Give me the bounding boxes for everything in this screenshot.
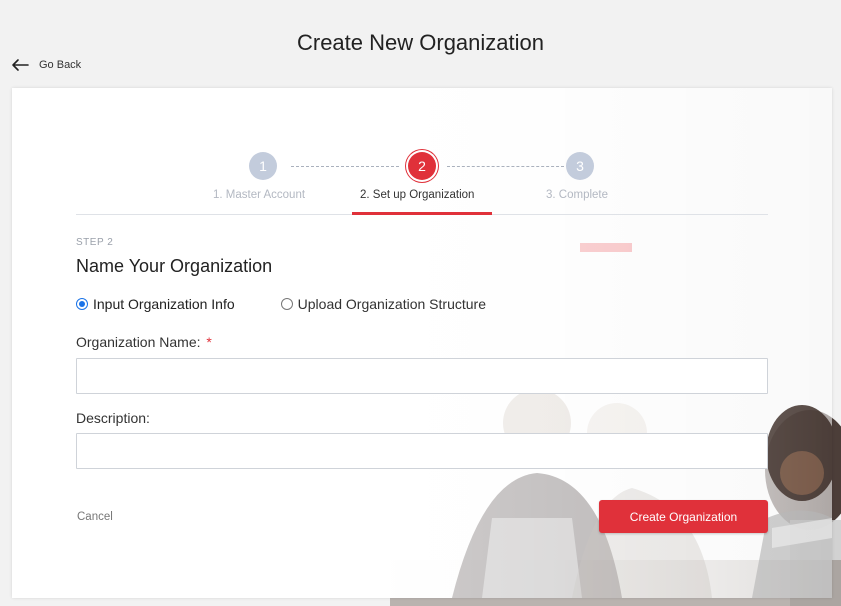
stepper: 1 2 3 1. Master Account 2. Set up Organi… [76, 152, 768, 216]
cancel-button[interactable]: Cancel [77, 511, 113, 523]
org-name-label: Organization Name: * [76, 334, 212, 350]
page-title: Create New Organization [296, 30, 544, 55]
radio-checked-icon [76, 298, 88, 310]
radio-label: Input Organization Info [93, 296, 235, 312]
step-3-label: 3. Complete [546, 189, 609, 201]
org-name-input[interactable] [76, 358, 768, 394]
radio-upload-organization-structure[interactable]: Upload Organization Structure [280, 296, 486, 312]
step-3-indicator: 3 [566, 152, 594, 180]
description-label: Description: [76, 410, 150, 426]
mode-radio-group: Input Organization Info Upload Organizat… [76, 296, 486, 312]
step-1-label: 1. Master Account [213, 189, 306, 201]
stepper-connector [447, 166, 564, 167]
form-card: 1 2 3 1. Master Account 2. Set up Organi… [12, 88, 832, 598]
step-2-label: 2. Set up Organization [360, 189, 475, 201]
go-back-link[interactable]: Go Back [11, 58, 81, 72]
description-input[interactable] [76, 433, 768, 469]
create-organization-button[interactable]: Create Organization [599, 500, 768, 533]
stepper-active-indicator [352, 212, 492, 215]
stepper-connector [291, 166, 399, 167]
step-1-indicator: 1 [249, 152, 277, 180]
radio-unchecked-icon [280, 298, 293, 310]
section-title: Name Your Organization [76, 256, 273, 276]
step-eyebrow: STEP 2 [76, 237, 114, 248]
radio-label: Upload Organization Structure [297, 296, 486, 312]
radio-input-organization-info[interactable]: Input Organization Info [76, 296, 235, 312]
required-marker: * [206, 334, 212, 350]
step-2-indicator: 2 [408, 152, 436, 180]
go-back-label: Go Back [39, 59, 82, 71]
arrow-left-icon [12, 59, 29, 71]
org-name-label-text: Organization Name: [76, 334, 201, 350]
